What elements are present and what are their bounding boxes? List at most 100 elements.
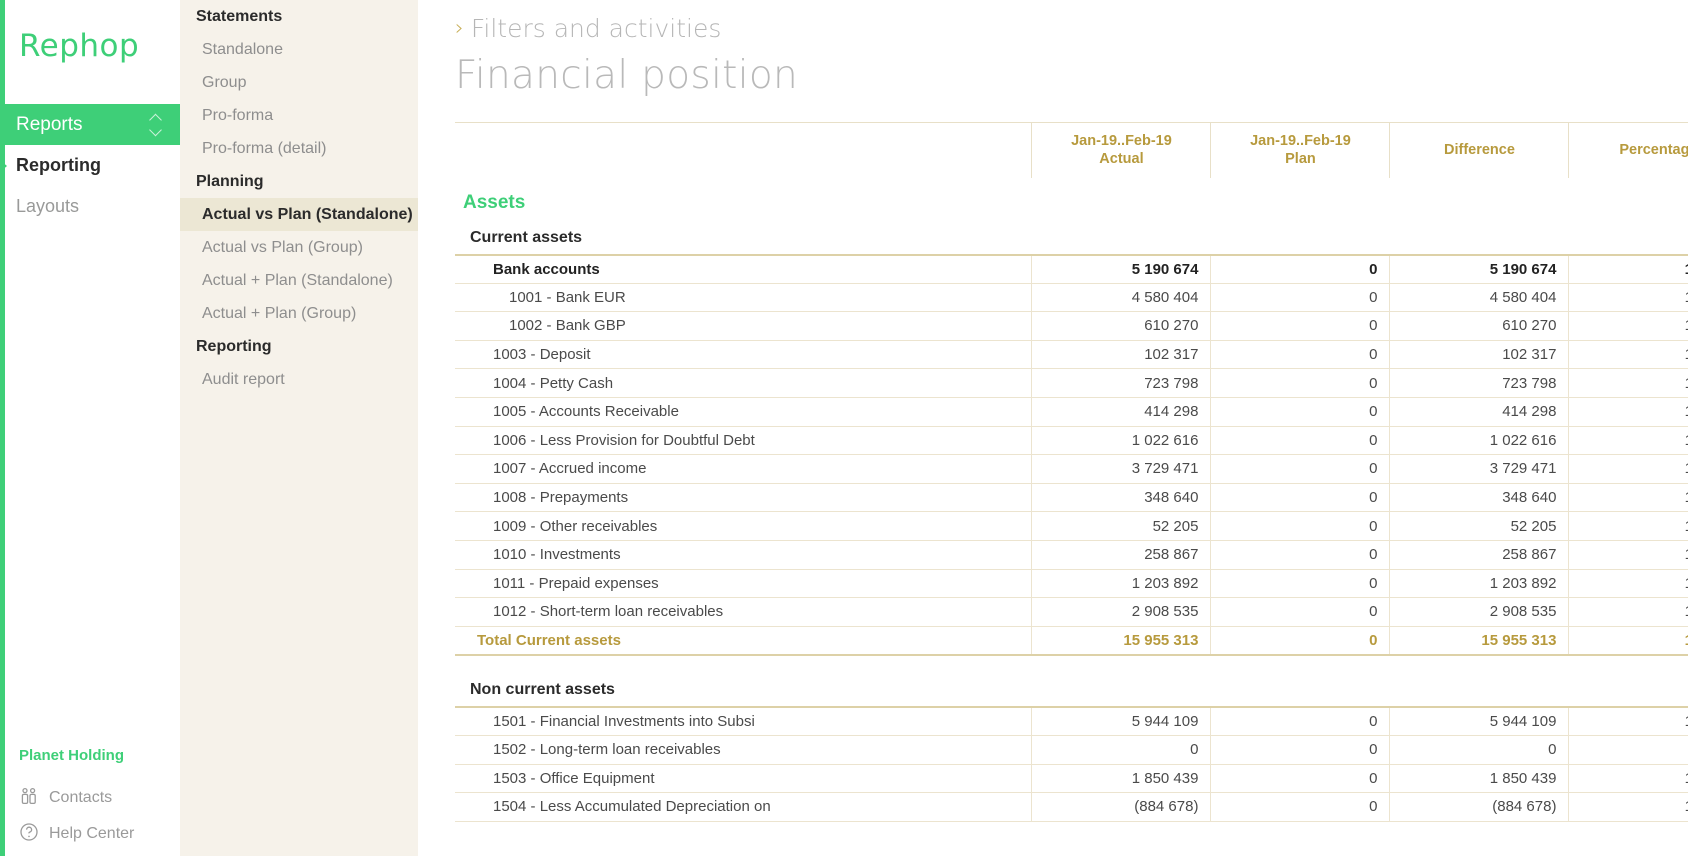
cell-col2: 0 <box>1211 397 1390 426</box>
cell-col4: 100,0% <box>1569 255 1688 284</box>
sidebar-item-layouts-label: Layouts <box>16 196 79 217</box>
financial-position-table: Jan-19..Feb-19ActualJan-19..Feb-19PlanDi… <box>455 122 1688 822</box>
panel-item-pro-forma-detail[interactable]: Pro-forma (detail) <box>180 132 418 165</box>
cell-col3: 1 203 892 <box>1390 569 1569 598</box>
sidebar-item-contacts[interactable]: Contacts <box>19 780 180 816</box>
panel-item-group[interactable]: Group <box>180 66 418 99</box>
cell-col1: 0 <box>1032 735 1211 764</box>
cell-col1: 5 190 674 <box>1032 255 1211 284</box>
table-row[interactable]: 1009 - Other receivables52 205052 205100… <box>455 512 1688 541</box>
table-row[interactable]: 1001 - Bank EUR4 580 40404 580 404100,0%… <box>455 283 1688 312</box>
row-label: 1010 - Investments <box>455 540 1032 569</box>
cell-col3: 2 908 535 <box>1390 598 1569 627</box>
panel-item-actual-vs-plan-standalone[interactable]: Actual vs Plan (Standalone) <box>180 198 418 231</box>
cell-col3: 258 867 <box>1390 540 1569 569</box>
panel-heading-statements: Statements <box>180 0 418 33</box>
sidebar-item-reporting[interactable]: Reporting <box>5 145 180 186</box>
cell-col2: 0 <box>1211 793 1390 822</box>
table-row[interactable]: Total Current assets15 955 313015 955 31… <box>455 626 1688 655</box>
cell-col2: 0 <box>1211 540 1390 569</box>
cell-col1: 1 022 616 <box>1032 426 1211 455</box>
cell-col1: 15 955 313 <box>1032 626 1211 655</box>
table-row[interactable]: 1007 - Accrued income3 729 47103 729 471… <box>455 455 1688 484</box>
cell-col4: 100,0% <box>1569 540 1688 569</box>
cell-col3: 348 640 <box>1390 483 1569 512</box>
page-title: Financial position <box>430 43 1688 98</box>
left-sidebar: Rephop Reports Reporting Layouts Planet … <box>0 0 180 856</box>
cell-col4: 100,0% <box>1569 397 1688 426</box>
cell-col3: 723 798 <box>1390 369 1569 398</box>
sidebar-item-help-center[interactable]: Help Center <box>19 816 180 852</box>
row-label: 1004 - Petty Cash <box>455 369 1032 398</box>
section-title-assets: Assets <box>455 178 1688 220</box>
sidebar-item-reporting-label: Reporting <box>16 155 101 176</box>
group-title-current-assets-label: Current assets <box>455 220 1688 255</box>
breadcrumb[interactable]: › Filters and activities <box>430 0 1688 43</box>
row-spacer <box>455 655 1688 672</box>
table-row[interactable]: 1002 - Bank GBP610 2700610 270100,0%0610… <box>455 312 1688 341</box>
table-row[interactable]: 1008 - Prepayments348 6400348 640100,0%0… <box>455 483 1688 512</box>
logo-container[interactable]: Rephop <box>5 0 180 104</box>
cell-col3: 4 580 404 <box>1390 283 1569 312</box>
sidebar-footer: Planet Holding Contacts <box>5 747 180 856</box>
cell-col4: 100,0% <box>1569 455 1688 484</box>
column-header-label[interactable] <box>455 123 1032 178</box>
table-row[interactable]: 1003 - Deposit102 3170102 317100,0%0102 … <box>455 340 1688 369</box>
panel-item-pro-forma[interactable]: Pro-forma <box>180 99 418 132</box>
table-row[interactable]: 1004 - Petty Cash723 7980723 798100,0%07… <box>455 369 1688 398</box>
table-row[interactable]: 1005 - Accounts Receivable414 2980414 29… <box>455 397 1688 426</box>
sidebar-item-help-center-label: Help Center <box>49 825 134 843</box>
table-row[interactable]: 1012 - Short-term loan receivables2 908 … <box>455 598 1688 627</box>
column-header-2[interactable]: Jan-19..Feb-19Plan <box>1211 123 1390 178</box>
cell-col3: 414 298 <box>1390 397 1569 426</box>
help-circle-icon <box>19 822 39 847</box>
sidebar-item-reports-label: Reports <box>16 114 83 136</box>
column-header-3[interactable]: Difference <box>1390 123 1569 178</box>
table-row[interactable]: Bank accounts5 190 67405 190 674100,0%05… <box>455 255 1688 284</box>
table-row[interactable]: 1504 - Less Accumulated Depreciation on(… <box>455 793 1688 822</box>
table-row[interactable]: 1502 - Long-term loan receivables0000,0%… <box>455 735 1688 764</box>
cell-col3: 1 850 439 <box>1390 764 1569 793</box>
breadcrumb-label: Filters and activities <box>471 14 722 43</box>
panel-item-audit-report[interactable]: Audit report <box>180 363 418 396</box>
table-row[interactable]: 1006 - Less Provision for Doubtful Debt1… <box>455 426 1688 455</box>
cell-col1: 52 205 <box>1032 512 1211 541</box>
cell-col2: 0 <box>1211 512 1390 541</box>
cell-col2: 0 <box>1211 483 1390 512</box>
cell-col4: 100,0% <box>1569 764 1688 793</box>
section-title-assets-label: Assets <box>455 178 1688 220</box>
row-label: 1504 - Less Accumulated Depreciation on <box>455 793 1032 822</box>
main-content: › Filters and activities Financial posit… <box>418 0 1688 856</box>
cell-col2: 0 <box>1211 426 1390 455</box>
cell-col2: 0 <box>1211 312 1390 341</box>
column-header-1[interactable]: Jan-19..Feb-19Actual <box>1032 123 1211 178</box>
table-row[interactable]: 1011 - Prepaid expenses1 203 89201 203 8… <box>455 569 1688 598</box>
cell-col1: (884 678) <box>1032 793 1211 822</box>
column-header-4[interactable]: Percentage <box>1569 123 1688 178</box>
row-label: 1009 - Other receivables <box>455 512 1032 541</box>
table-row[interactable]: 1503 - Office Equipment1 850 43901 850 4… <box>455 764 1688 793</box>
cell-col2: 0 <box>1211 369 1390 398</box>
row-label: 1002 - Bank GBP <box>455 312 1032 341</box>
cell-col2: 0 <box>1211 283 1390 312</box>
cell-col2: 0 <box>1211 569 1390 598</box>
cell-col2: 0 <box>1211 707 1390 736</box>
table-row[interactable]: 1010 - Investments258 8670258 867100,0%0… <box>455 540 1688 569</box>
sidebar-item-reports[interactable]: Reports <box>5 104 180 145</box>
row-label: 1005 - Accounts Receivable <box>455 397 1032 426</box>
panel-item-actual-plan-standalone[interactable]: Actual + Plan (Standalone) <box>180 264 418 297</box>
cell-col4: 100,0% <box>1569 283 1688 312</box>
cell-col2: 0 <box>1211 735 1390 764</box>
cell-col3: 0 <box>1390 735 1569 764</box>
app-root: Rephop Reports Reporting Layouts Planet … <box>0 0 1688 856</box>
row-label: 1502 - Long-term loan receivables <box>455 735 1032 764</box>
cell-col2: 0 <box>1211 455 1390 484</box>
table-row[interactable]: 1501 - Financial Investments into Subsi5… <box>455 707 1688 736</box>
sidebar-item-layouts[interactable]: Layouts <box>5 186 180 227</box>
cell-col1: 723 798 <box>1032 369 1211 398</box>
cell-col1: 3 729 471 <box>1032 455 1211 484</box>
panel-item-standalone[interactable]: Standalone <box>180 33 418 66</box>
row-label: 1008 - Prepayments <box>455 483 1032 512</box>
panel-item-actual-vs-plan-group[interactable]: Actual vs Plan (Group) <box>180 231 418 264</box>
panel-item-actual-plan-group[interactable]: Actual + Plan (Group) <box>180 297 418 330</box>
